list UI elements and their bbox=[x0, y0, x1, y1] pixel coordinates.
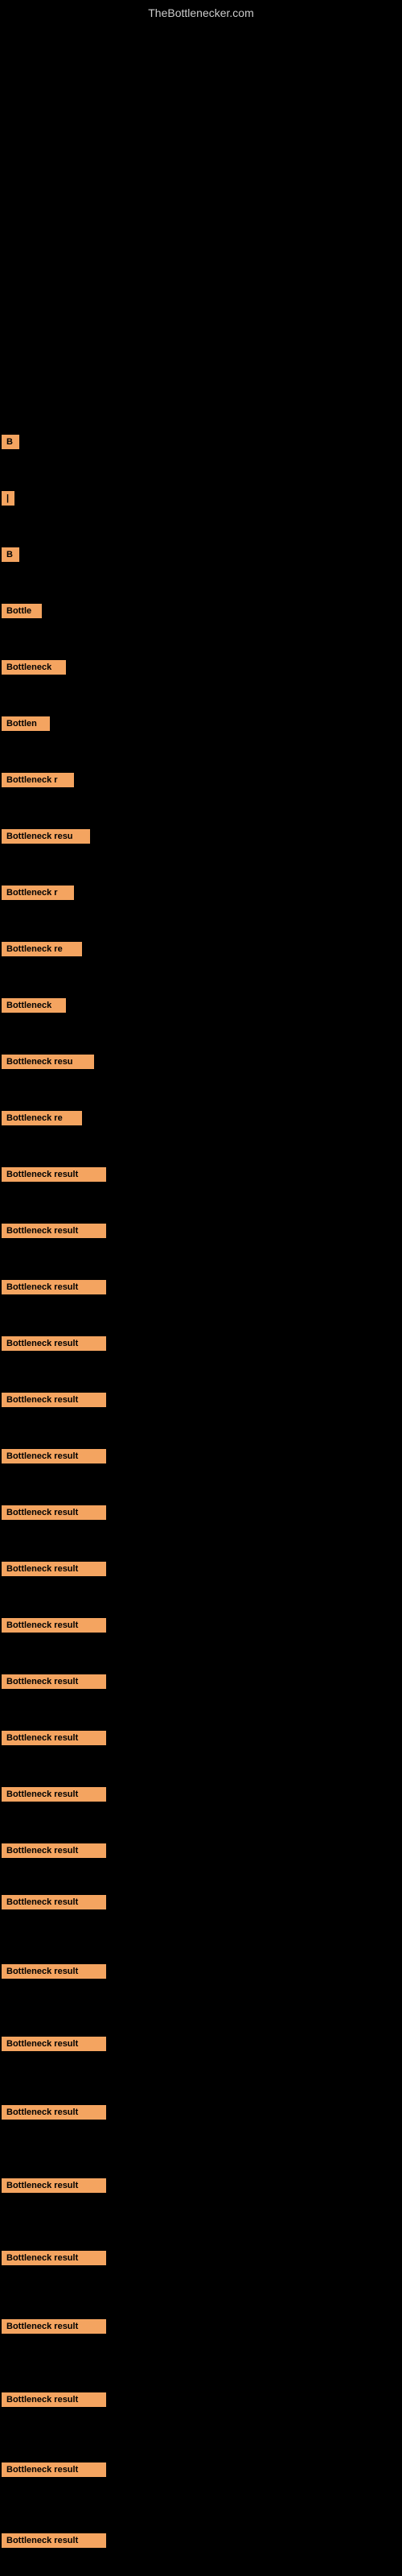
bottleneck-item: Bottleneck bbox=[2, 998, 66, 1013]
bottleneck-item: Bottleneck result bbox=[2, 1731, 106, 1745]
bottleneck-item: Bottleneck r bbox=[2, 886, 74, 900]
bottleneck-item: Bottleneck result bbox=[2, 1964, 106, 1979]
bottleneck-item: B bbox=[2, 435, 19, 449]
site-title: TheBottlenecker.com bbox=[148, 6, 254, 19]
bottleneck-item: Bottleneck result bbox=[2, 1393, 106, 1407]
bottleneck-item: Bottleneck result bbox=[2, 1562, 106, 1576]
bottleneck-item: Bottleneck result bbox=[2, 2319, 106, 2334]
bottleneck-item: Bottleneck result bbox=[2, 1843, 106, 1858]
bottleneck-item: Bottleneck resu bbox=[2, 1055, 94, 1069]
bottleneck-item: Bottleneck result bbox=[2, 2533, 106, 2548]
bottleneck-item: Bottleneck result bbox=[2, 2037, 106, 2051]
bottleneck-item: Bottleneck result bbox=[2, 2462, 106, 2477]
bottleneck-item: Bottleneck re bbox=[2, 942, 82, 956]
bottleneck-item: Bottleneck result bbox=[2, 2178, 106, 2193]
bottleneck-item: Bottleneck result bbox=[2, 1787, 106, 1802]
bottleneck-item: Bottle bbox=[2, 604, 42, 618]
bottleneck-item: Bottleneck result bbox=[2, 1336, 106, 1351]
bottleneck-item: Bottleneck result bbox=[2, 1449, 106, 1463]
bottleneck-item: Bottleneck resu bbox=[2, 829, 90, 844]
bottleneck-item: Bottleneck result bbox=[2, 1224, 106, 1238]
bottleneck-item: Bottleneck result bbox=[2, 1674, 106, 1689]
bottleneck-item: Bottleneck bbox=[2, 660, 66, 675]
bottleneck-item: Bottleneck r bbox=[2, 773, 74, 787]
bottleneck-item: Bottleneck result bbox=[2, 1618, 106, 1633]
bottleneck-item: | bbox=[2, 491, 14, 506]
bottleneck-item: Bottleneck result bbox=[2, 2392, 106, 2407]
bottleneck-item: Bottleneck result bbox=[2, 1505, 106, 1520]
bottleneck-item: B bbox=[2, 547, 19, 562]
bottleneck-item: Bottlen bbox=[2, 716, 50, 731]
bottleneck-item: Bottleneck result bbox=[2, 1895, 106, 1909]
bottleneck-item: Bottleneck result bbox=[2, 2251, 106, 2265]
bottleneck-item: Bottleneck re bbox=[2, 1111, 82, 1125]
bottleneck-item: Bottleneck result bbox=[2, 1167, 106, 1182]
bottleneck-item: Bottleneck result bbox=[2, 2105, 106, 2120]
bottleneck-item: Bottleneck result bbox=[2, 1280, 106, 1294]
